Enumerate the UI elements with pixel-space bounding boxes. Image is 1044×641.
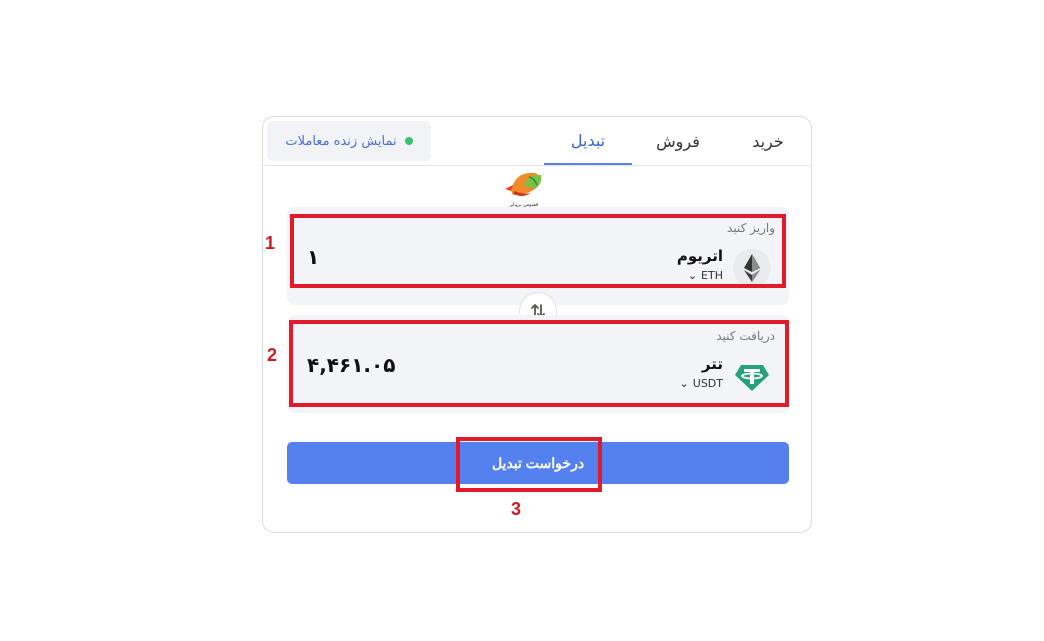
annotation-number-3: 3 xyxy=(511,499,522,519)
live-trades-button[interactable]: نمایش زنده معاملات xyxy=(267,121,431,161)
highlight-box-2 xyxy=(289,320,789,407)
annotation-number-2: 2 xyxy=(267,345,278,365)
tab-buy[interactable]: خرید xyxy=(733,117,803,165)
highlight-box-1 xyxy=(290,214,786,288)
tab-convert[interactable]: تبدیل xyxy=(544,117,632,165)
live-status-dot xyxy=(404,137,413,145)
annotation-number-1: 1 xyxy=(265,233,276,253)
tab-sell[interactable]: فروش xyxy=(643,117,713,165)
live-trades-label: نمایش زنده معاملات xyxy=(285,133,397,149)
highlight-box-3 xyxy=(456,437,602,492)
tab-bar: نمایش زنده معاملات تبدیل فروش خرید xyxy=(263,117,811,166)
brand-logo: ققنوس بروکر xyxy=(505,172,542,208)
